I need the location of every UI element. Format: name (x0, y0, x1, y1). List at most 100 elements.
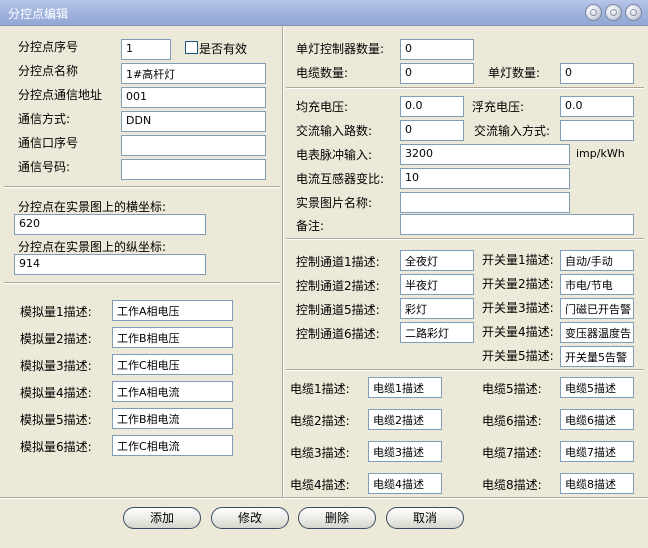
channel-6-input[interactable]: 二路彩灯 (400, 322, 474, 343)
analog-1-label: 模拟量1描述: (20, 305, 92, 319)
address-input[interactable]: 001 (121, 87, 266, 108)
cable-3-input[interactable]: 电缆3描述 (368, 441, 442, 462)
seq-input[interactable]: 1 (121, 39, 171, 60)
ac-mode-label: 交流输入方式: (474, 124, 551, 138)
ac-channels-input[interactable]: 0 (400, 120, 464, 141)
column-divider (282, 26, 284, 499)
channel-1-input[interactable]: 全夜灯 (400, 250, 474, 271)
cable-7-input[interactable]: 电缆7描述 (560, 441, 634, 462)
cable-6-input[interactable]: 电缆6描述 (560, 409, 634, 430)
maximize-icon (610, 9, 617, 16)
close-button[interactable] (625, 4, 642, 21)
ct-ratio-input[interactable]: 10 (400, 168, 570, 189)
equalize-voltage-input[interactable]: 0.0 (400, 96, 464, 117)
switch-4-input[interactable]: 变压器温度告 (560, 322, 634, 343)
cancel-button[interactable]: 取消 (386, 507, 464, 529)
lamp-count-input[interactable]: 0 (560, 63, 634, 84)
analog-5-label: 模拟量5描述: (20, 413, 92, 427)
comm-number-label: 通信号码: (18, 160, 71, 174)
channel-6-label: 控制通道6描述: (296, 327, 380, 341)
maximize-button[interactable] (605, 4, 622, 21)
cable-7-label: 电缆7描述: (482, 446, 542, 460)
switch-2-input[interactable]: 市电/节电 (560, 274, 634, 295)
cable-8-input[interactable]: 电缆8描述 (560, 473, 634, 494)
switch-2-label: 开关量2描述: (482, 277, 554, 291)
seq-label: 分控点序号 (18, 40, 79, 54)
analog-4-input[interactable]: 工作A相电流 (112, 381, 233, 402)
cable-1-input[interactable]: 电缆1描述 (368, 377, 442, 398)
divider (286, 369, 644, 371)
comm-number-input[interactable] (121, 159, 266, 180)
name-label: 分控点名称 (18, 64, 79, 78)
cable-4-input[interactable]: 电缆4描述 (368, 473, 442, 494)
comm-port-label: 通信口序号 (18, 136, 79, 150)
float-voltage-input[interactable]: 0.0 (560, 96, 634, 117)
valid-label: 是否有效 (199, 42, 248, 56)
cable-4-label: 电缆4描述: (290, 478, 350, 492)
channel-2-input[interactable]: 半夜灯 (400, 274, 474, 295)
analog-4-label: 模拟量4描述: (20, 386, 92, 400)
x-coord-label: 分控点在实景图上的横坐标: (18, 200, 167, 214)
valid-checkbox[interactable] (185, 41, 198, 54)
pulse-input-label: 电表脉冲输入: (296, 148, 373, 162)
divider (286, 238, 644, 240)
pulse-unit: imp/kWh (576, 147, 625, 160)
x-coord-input[interactable]: 620 (14, 214, 206, 235)
analog-2-input[interactable]: 工作B相电压 (112, 327, 233, 348)
title-bar: 分控点编辑 (0, 0, 648, 26)
analog-2-label: 模拟量2描述: (20, 332, 92, 346)
cable-5-label: 电缆5描述: (482, 382, 542, 396)
analog-3-input[interactable]: 工作C相电压 (112, 354, 233, 375)
image-name-input[interactable] (400, 192, 570, 213)
analog-3-label: 模拟量3描述: (20, 359, 92, 373)
comm-mode-label: 通信方式: (18, 112, 71, 126)
cable-2-label: 电缆2描述: (290, 414, 350, 428)
switch-4-label: 开关量4描述: (482, 325, 554, 339)
ac-mode-input[interactable] (560, 120, 634, 141)
pulse-input-field[interactable]: 3200 (400, 144, 570, 165)
analog-6-label: 模拟量6描述: (20, 440, 92, 454)
cable-3-label: 电缆3描述: (290, 446, 350, 460)
lamp-count-label: 单灯数量: (488, 66, 541, 80)
switch-3-label: 开关量3描述: (482, 301, 554, 315)
note-input[interactable] (400, 214, 634, 235)
lamp-controller-count-input[interactable]: 0 (400, 39, 474, 60)
delete-button[interactable]: 删除 (298, 507, 376, 529)
image-name-label: 实景图片名称: (296, 196, 373, 210)
divider (4, 282, 280, 284)
cable-count-input[interactable]: 0 (400, 63, 474, 84)
ct-ratio-label: 电流互感器变比: (296, 172, 385, 186)
comm-port-input[interactable] (121, 135, 266, 156)
edit-button[interactable]: 修改 (211, 507, 289, 529)
comm-mode-input[interactable]: DDN (121, 111, 266, 132)
switch-1-input[interactable]: 自动/手动 (560, 250, 634, 271)
cable-count-label: 电缆数量: (296, 66, 349, 80)
add-button[interactable]: 添加 (123, 507, 201, 529)
minimize-button[interactable] (585, 4, 602, 21)
close-icon (630, 9, 637, 16)
channel-1-label: 控制通道1描述: (296, 255, 380, 269)
switch-1-label: 开关量1描述: (482, 253, 554, 267)
channel-5-label: 控制通道5描述: (296, 303, 380, 317)
note-label: 备注: (296, 219, 325, 233)
cable-1-label: 电缆1描述: (290, 382, 350, 396)
name-input[interactable]: 1#高杆灯 (121, 63, 266, 84)
analog-5-input[interactable]: 工作B相电流 (112, 408, 233, 429)
ac-channels-label: 交流输入路数: (296, 124, 373, 138)
analog-6-input[interactable]: 工作C相电流 (112, 435, 233, 456)
cable-5-input[interactable]: 电缆5描述 (560, 377, 634, 398)
y-coord-label: 分控点在实景图上的纵坐标: (18, 240, 167, 254)
switch-3-input[interactable]: 门磁已开告警 (560, 298, 634, 319)
channel-5-input[interactable]: 彩灯 (400, 298, 474, 319)
cable-6-label: 电缆6描述: (482, 414, 542, 428)
minimize-icon (590, 9, 597, 16)
analog-1-input[interactable]: 工作A相电压 (112, 300, 233, 321)
equalize-voltage-label: 均充电压: (296, 100, 349, 114)
address-label: 分控点通信地址 (18, 88, 103, 102)
divider (286, 87, 644, 89)
y-coord-input[interactable]: 914 (14, 254, 206, 275)
switch-5-input[interactable]: 开关量5告警 (560, 346, 634, 367)
divider (4, 186, 280, 188)
window-title: 分控点编辑 (8, 7, 69, 21)
cable-2-input[interactable]: 电缆2描述 (368, 409, 442, 430)
